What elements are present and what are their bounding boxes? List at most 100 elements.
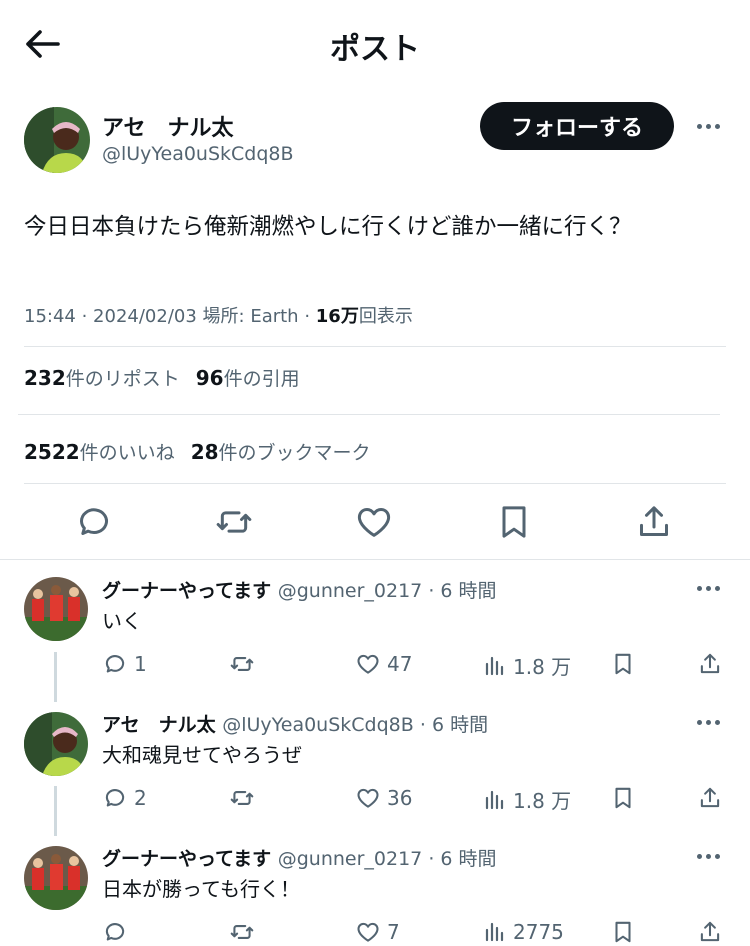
like-button[interactable]: 47 [355, 651, 412, 677]
repost-count: 232 [24, 366, 66, 390]
dot-icon [696, 585, 702, 591]
reply-icon [105, 655, 125, 673]
view-count: 1.8 万 [513, 789, 572, 813]
reply-author-name[interactable]: アセ ナル太 [102, 714, 216, 736]
reply-author-name[interactable]: グーナーやってます [102, 580, 271, 602]
bookmark-button[interactable] [610, 785, 636, 811]
reply-avatar[interactable] [24, 712, 88, 776]
post-date[interactable]: 2024/02/03 [93, 306, 197, 327]
author-avatar[interactable] [24, 107, 90, 173]
view-count: 1.8 万 [513, 655, 572, 679]
more-options-button[interactable] [690, 114, 726, 138]
reply-avatar[interactable] [24, 577, 88, 641]
thread-line [54, 652, 57, 702]
bar-chart-icon [485, 656, 504, 675]
reply-header: グーナーやってます @gunner_0217 · 6 時間 [102, 580, 497, 602]
repost-icon [216, 511, 252, 533]
dot-icon [714, 853, 720, 859]
bookmark-button[interactable] [490, 498, 538, 546]
author-handle[interactable]: @lUyYea0uSkCdq8B [102, 143, 294, 165]
reply-time[interactable]: 6 時間 [440, 848, 496, 870]
dot-icon [696, 123, 702, 129]
bar-chart-icon [485, 922, 504, 942]
like-button[interactable]: 36 [355, 785, 412, 811]
like-button[interactable]: 7 [355, 919, 400, 945]
repost-icon [230, 657, 254, 671]
reply-time[interactable]: 6 時間 [432, 714, 488, 736]
repost-quote-stats: 232件のリポスト 96件の引用 [24, 364, 300, 391]
quote-label: 件の引用 [223, 368, 300, 390]
reply-button[interactable] [102, 919, 134, 945]
reply-icon [80, 508, 108, 535]
divider [0, 559, 750, 560]
dot-icon [714, 585, 720, 591]
reply-text: 日本が勝っても行く！ [102, 877, 300, 901]
reply-time[interactable]: 6 時間 [440, 580, 496, 602]
more-options-button[interactable] [690, 844, 726, 868]
bookmark-button[interactable] [610, 919, 636, 945]
likes-stat[interactable]: 2522件のいいね [24, 440, 175, 464]
bookmark-icon [615, 921, 631, 943]
post-meta: 15:44 · 2024/02/03 場所: Earth · 16万回表示 [24, 306, 413, 327]
view-count: 2775 [513, 920, 564, 944]
repost-button[interactable] [210, 498, 258, 546]
reply-header: グーナーやってます @gunner_0217 · 6 時間 [102, 848, 497, 870]
dot-icon [714, 719, 720, 725]
follow-button[interactable]: フォローする [480, 102, 674, 150]
more-options-button[interactable] [690, 710, 726, 734]
bookmark-count: 28 [190, 440, 219, 464]
quote-count: 96 [195, 366, 224, 390]
reply-author-handle[interactable]: @gunner_0217 [278, 580, 423, 602]
reposts-stat[interactable]: 232件のリポスト [24, 366, 180, 390]
author-name[interactable]: アセ ナル太 [102, 110, 234, 142]
like-button[interactable] [350, 498, 398, 546]
dot-icon [696, 853, 702, 859]
share-button[interactable] [697, 785, 723, 811]
reply-avatar[interactable] [24, 846, 88, 910]
reply-author-handle[interactable]: @lUyYea0uSkCdq8B [222, 714, 414, 736]
quotes-stat[interactable]: 96件の引用 [195, 366, 300, 390]
share-button[interactable] [697, 919, 723, 945]
post-time[interactable]: 15:44 [24, 306, 76, 327]
reply-author-handle[interactable]: @gunner_0217 [278, 848, 423, 870]
dot-icon [714, 123, 720, 129]
heart-icon [357, 788, 379, 808]
views-button[interactable]: 2775 [483, 919, 564, 945]
dot-icon [705, 853, 711, 859]
repost-label: 件のリポスト [65, 368, 180, 390]
share-button[interactable] [697, 651, 723, 677]
reply-button[interactable] [70, 498, 118, 546]
dot-icon [705, 719, 711, 725]
repost-button[interactable] [228, 785, 262, 811]
reply-button[interactable]: 2 [102, 785, 147, 811]
like-bookmark-stats: 2522件のいいね 28件のブックマーク [24, 438, 371, 465]
reply-author-name[interactable]: グーナーやってます [102, 848, 271, 870]
repost-button[interactable] [228, 919, 262, 945]
reply-count: 1 [134, 652, 147, 676]
bookmark-icon [615, 787, 631, 809]
dot-icon [705, 585, 711, 591]
bookmark-icon [502, 506, 526, 538]
divider [24, 483, 726, 484]
repost-icon [230, 925, 254, 939]
share-button[interactable] [630, 498, 678, 546]
post-location: 場所: Earth [202, 306, 299, 327]
share-icon [640, 506, 668, 536]
dot-icon [696, 719, 702, 725]
share-icon [700, 653, 720, 674]
bookmark-button[interactable] [610, 651, 636, 677]
divider [18, 414, 720, 415]
reply-button[interactable]: 1 [102, 651, 147, 677]
top-bar: ポスト [0, 0, 750, 88]
thread-line [54, 786, 57, 836]
view-count: 16万 [315, 306, 359, 327]
page-title: ポスト [330, 32, 420, 67]
reply-header: アセ ナル太 @lUyYea0uSkCdq8B · 6 時間 [102, 714, 489, 736]
bookmarks-stat[interactable]: 28件のブックマーク [190, 440, 371, 464]
views-button[interactable]: 1.8 万 [483, 651, 571, 680]
repost-button[interactable] [228, 651, 262, 677]
divider [24, 346, 726, 347]
like-count: 2522 [24, 440, 80, 464]
more-options-button[interactable] [690, 576, 726, 600]
views-button[interactable]: 1.8 万 [483, 785, 571, 814]
